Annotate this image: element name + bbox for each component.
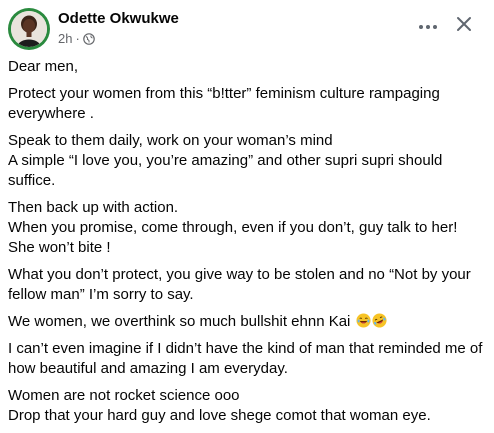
avatar[interactable]: [8, 8, 50, 50]
post-paragraph-text: We women, we overthink so much bullshit …: [8, 313, 351, 330]
rolling-laughing-emoji: [372, 313, 387, 328]
post-paragraph: I can’t even imagine if I didn’t have th…: [8, 340, 483, 377]
post-time[interactable]: 2h: [58, 31, 72, 46]
meta-separator: ·: [75, 31, 80, 46]
avatar-photo: [11, 11, 47, 47]
more-dots-icon: [418, 17, 438, 35]
post-body: Dear men, Protect your women from this “…: [8, 57, 490, 433]
post-paragraph: What you don’t protect, you give way to …: [8, 266, 471, 303]
more-options-button[interactable]: [414, 14, 442, 38]
post-meta: 2h ·: [58, 31, 95, 46]
globe-icon[interactable]: [83, 32, 95, 45]
author-name[interactable]: Odette Okwukwe: [58, 10, 179, 27]
post-paragraph-with-emoji: We women, we overthink so much bullshit …: [8, 312, 490, 332]
close-button[interactable]: [450, 12, 478, 40]
close-icon: [455, 15, 473, 38]
post-paragraph: Protect your women from this “b!tter” fe…: [8, 85, 440, 122]
laughing-emoji: [356, 313, 371, 328]
facebook-post: Odette Okwukwe 2h · Dear men, Protect yo…: [0, 0, 494, 433]
post-paragraph: Then back up with action. When you promi…: [8, 199, 458, 256]
post-header: Odette Okwukwe 2h ·: [8, 8, 486, 50]
post-paragraph: Speak to them daily, work on your woman’…: [8, 132, 443, 189]
post-paragraph: Women are not rocket science ooo Drop th…: [8, 387, 431, 424]
post-paragraph: Dear men,: [8, 58, 79, 75]
